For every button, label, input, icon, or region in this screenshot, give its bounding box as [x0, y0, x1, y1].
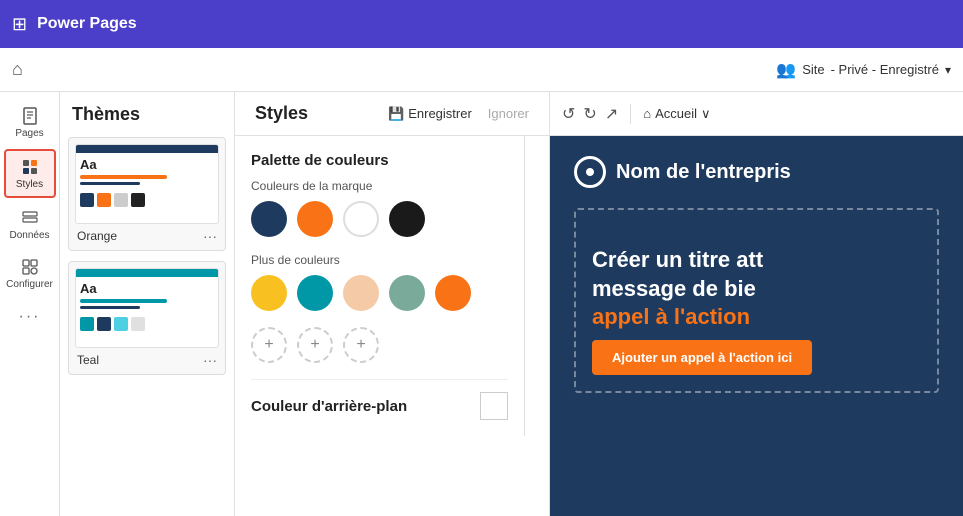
- share-icon[interactable]: ↗: [605, 104, 618, 124]
- theme-card-footer-teal: Teal ···: [75, 352, 219, 368]
- sidebar-item-pages[interactable]: Pages: [4, 100, 56, 145]
- color-black[interactable]: [389, 201, 425, 237]
- sidebar-item-styles[interactable]: Styles: [4, 149, 56, 198]
- preview-heading-2: message de bie: [592, 276, 756, 301]
- sidebar-donnees-label: Données: [9, 230, 49, 241]
- color-sage[interactable]: [389, 275, 425, 311]
- save-button[interactable]: 💾 Enregistrer: [388, 106, 472, 122]
- preview-logo-circle: [574, 156, 606, 188]
- preview-heading: Créer un titre att message de bie appel …: [592, 246, 921, 332]
- theme-more-orange[interactable]: ···: [203, 228, 217, 244]
- preview-home-icon: ⌂: [643, 106, 651, 121]
- bg-color-section: Couleur d'arrière-plan: [251, 379, 508, 420]
- brand-colors-label: Couleurs de la marque: [251, 179, 508, 193]
- preview-heading-3: appel à l'action: [592, 304, 750, 329]
- bg-color-label: Couleur d'arrière-plan: [251, 398, 407, 415]
- themes-title: Thèmes: [68, 104, 226, 125]
- preview-chevron-icon: ∨: [701, 106, 711, 122]
- theme-card-footer-orange: Orange ···: [75, 228, 219, 244]
- pages-icon: [20, 106, 40, 126]
- color-orange[interactable]: [297, 201, 333, 237]
- styles-header: Styles 💾 Enregistrer Ignorer: [235, 92, 549, 136]
- save-icon: 💾: [388, 106, 404, 122]
- preview-home-label: Accueil: [655, 106, 697, 121]
- preview-pane: ↺ ↻ ↗ ⌂ Accueil ∨ Nom de l'entrepris: [550, 92, 963, 516]
- chevron-down-icon[interactable]: ▾: [945, 63, 951, 77]
- sidebar-item-configurer[interactable]: Configurer: [4, 251, 56, 296]
- sidebar-pages-label: Pages: [15, 128, 43, 139]
- redo-button[interactable]: ↻: [583, 104, 596, 124]
- preview-logo-row: Nom de l'entrepris: [574, 156, 939, 188]
- more-colors-label: Plus de couleurs: [251, 253, 508, 267]
- preview-content: Nom de l'entrepris Créer un titre att me…: [550, 136, 963, 516]
- styles-header-actions: 💾 Enregistrer Ignorer: [388, 106, 529, 122]
- theme-card-teal[interactable]: Aa Teal ···: [68, 261, 226, 375]
- second-bar-left: ⌂: [12, 59, 23, 80]
- color-orange2[interactable]: [435, 275, 471, 311]
- top-bar: ⊞ Power Pages: [0, 0, 963, 48]
- add-color-2[interactable]: +: [297, 327, 333, 363]
- add-color-1[interactable]: +: [251, 327, 287, 363]
- preview-heading-1: Créer un titre att: [592, 247, 763, 272]
- sidebar-more-icon[interactable]: ···: [19, 308, 41, 326]
- toolbar-separator: [630, 104, 631, 124]
- preview-company-name: Nom de l'entrepris: [616, 161, 791, 184]
- styles-panel-title: Styles: [255, 103, 308, 124]
- color-yellow[interactable]: [251, 275, 287, 311]
- undo-button[interactable]: ↺: [562, 104, 575, 124]
- preview-cta-button[interactable]: Ajouter un appel à l'action ici: [592, 340, 812, 375]
- palette-title: Palette de couleurs: [251, 152, 508, 169]
- site-status-text: - Privé - Enregistré: [831, 62, 939, 77]
- themes-panel: Thèmes Aa Orange ··: [60, 92, 235, 516]
- theme-preview-orange: Aa: [75, 144, 219, 224]
- more-colors-row: [251, 275, 508, 311]
- add-color-3[interactable]: +: [343, 327, 379, 363]
- main-layout: Pages Styles Données: [0, 92, 963, 516]
- app-title: Power Pages: [37, 15, 137, 33]
- data-icon: [20, 208, 40, 228]
- color-teal[interactable]: [297, 275, 333, 311]
- grid-icon[interactable]: ⊞: [12, 14, 27, 35]
- sidebar-styles-label: Styles: [16, 179, 43, 190]
- preview-toolbar: ↺ ↻ ↗ ⌂ Accueil ∨: [550, 92, 963, 136]
- brand-colors-row: [251, 201, 508, 237]
- site-people-icon: 👥: [776, 60, 796, 80]
- styles-icon: [20, 157, 40, 177]
- config-icon: [20, 257, 40, 277]
- color-peach[interactable]: [343, 275, 379, 311]
- theme-card-orange[interactable]: Aa Orange ···: [68, 137, 226, 251]
- preview-text-section: Créer un titre att message de bie appel …: [592, 246, 921, 375]
- second-bar: ⌂ 👥 Site - Privé - Enregistré ▾: [0, 48, 963, 92]
- site-label: Site: [802, 62, 824, 77]
- add-colors-row: + + +: [251, 327, 508, 363]
- sidebar-configurer-label: Configurer: [6, 279, 53, 290]
- theme-preview-teal: Aa: [75, 268, 219, 348]
- palette-panel: Palette de couleurs Couleurs de la marqu…: [235, 136, 525, 436]
- sidebar-item-donnees[interactable]: Données: [4, 202, 56, 247]
- color-navy[interactable]: [251, 201, 287, 237]
- preview-logo-inner: [583, 165, 597, 179]
- preview-dashed-box: Créer un titre att message de bie appel …: [574, 208, 939, 393]
- ignore-button[interactable]: Ignorer: [488, 106, 529, 121]
- theme-name-orange: Orange: [77, 229, 117, 243]
- theme-name-teal: Teal: [77, 353, 99, 367]
- home-icon[interactable]: ⌂: [12, 59, 23, 80]
- preview-home-nav[interactable]: ⌂ Accueil ∨: [643, 106, 710, 122]
- site-status: 👥 Site - Privé - Enregistré ▾: [776, 60, 951, 80]
- styles-panel-wrapper: Styles 💾 Enregistrer Ignorer Palette de …: [235, 92, 550, 516]
- color-white[interactable]: [343, 201, 379, 237]
- sidebar-icons: Pages Styles Données: [0, 92, 60, 516]
- bg-color-swatch[interactable]: [480, 392, 508, 420]
- theme-more-teal[interactable]: ···: [203, 352, 217, 368]
